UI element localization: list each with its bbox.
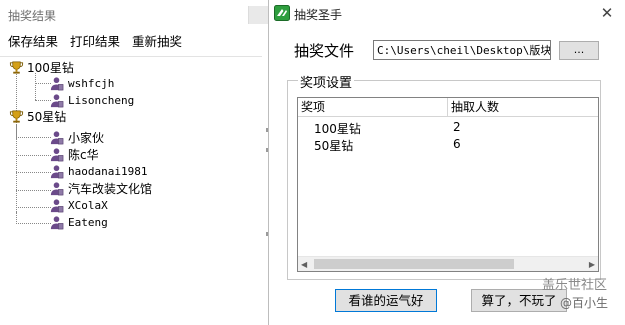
close-button[interactable]: ✕: [595, 2, 619, 24]
tree-group-100[interactable]: 100星钻: [9, 59, 74, 76]
tree-group-label: 50星钻: [27, 110, 67, 124]
tree-item[interactable]: wshfcjh: [49, 75, 114, 92]
group-title: 奖项设置: [298, 72, 355, 91]
column-header-prize[interactable]: 奖项: [298, 98, 448, 117]
tree-group-label: 100星钻: [27, 61, 74, 75]
tree-item-label: Eateng: [68, 216, 108, 229]
tree-connector: [16, 172, 51, 173]
tree-item-label: 汽车改装文化馆: [68, 182, 153, 196]
person-icon: [50, 165, 64, 179]
results-tree[interactable]: 100星钻 wshfcjh Lisoncheng 50星钻 小家伙 陈c华 ha…: [0, 56, 262, 325]
prize-list[interactable]: 奖项 抽取人数 100星钻 2 50星钻 6 ◀ ▶: [297, 97, 599, 272]
trophy-icon: [9, 61, 24, 74]
tree-item[interactable]: Eateng: [49, 214, 108, 231]
horizontal-scrollbar[interactable]: ◀ ▶: [298, 256, 598, 271]
app-icon: [274, 5, 290, 21]
tree-item[interactable]: XColaX: [49, 197, 108, 214]
browse-button[interactable]: ...: [559, 41, 599, 60]
tree-connector: [16, 155, 51, 156]
tree-item[interactable]: haodanai1981: [49, 163, 147, 180]
person-icon: [50, 182, 64, 196]
tree-connector: [16, 207, 51, 208]
tree-item-label: 陈c华: [68, 148, 99, 162]
person-icon: [50, 199, 64, 213]
results-window-title-button[interactable]: [248, 6, 270, 24]
menu-redraw[interactable]: 重新抽奖: [132, 31, 182, 49]
results-window: 抽奖结果 保存结果 打印结果 重新抽奖 100星钻 wshfcjh Lisonc…: [0, 0, 270, 325]
scroll-thumb[interactable]: [314, 259, 514, 269]
results-menu-bar: 保存结果 打印结果 重新抽奖: [0, 31, 186, 49]
tree-group-50[interactable]: 50星钻: [9, 108, 66, 125]
tree-branch-line-2: [16, 125, 17, 212]
tree-branch-line-3: [16, 212, 17, 224]
trophy-icon: [9, 110, 24, 123]
tree-item-label: 小家伙: [68, 131, 105, 145]
tree-item[interactable]: 陈c华: [49, 146, 99, 163]
row-count: 2: [453, 120, 461, 134]
list-header: 奖项 抽取人数: [298, 98, 598, 117]
file-label: 抽奖文件: [294, 42, 355, 60]
person-icon: [50, 131, 64, 145]
person-icon: [50, 77, 64, 91]
tree-item-label: haodanai1981: [68, 165, 148, 178]
column-header-count[interactable]: 抽取人数: [448, 98, 598, 117]
close-icon: ✕: [600, 4, 614, 22]
tree-item-label: XColaX: [68, 199, 108, 212]
scroll-right-icon[interactable]: ▶: [589, 260, 595, 269]
list-row[interactable]: 50星钻 6: [298, 137, 598, 153]
tree-item-label: wshfcjh: [68, 77, 115, 90]
dialog-titlebar[interactable]: 抽奖圣手 ✕: [269, 0, 625, 26]
row-prize: 100星钻: [314, 122, 361, 136]
tree-item-label: Lisoncheng: [68, 94, 135, 107]
tree-branch-line-1: [35, 73, 36, 100]
tree-connector: [16, 223, 51, 224]
watermark-site: 盖乐世社区: [542, 278, 608, 293]
tree-connector: [16, 190, 51, 191]
scroll-left-icon[interactable]: ◀: [301, 260, 307, 269]
menu-save-results[interactable]: 保存结果: [8, 31, 58, 49]
row-prize: 50星钻: [314, 139, 354, 153]
person-icon: [50, 148, 64, 162]
prize-settings-group: 奖项设置 奖项 抽取人数 100星钻 2 50星钻 6 ◀ ▶: [287, 72, 601, 280]
person-icon: [50, 216, 64, 230]
row-count: 6: [453, 137, 461, 151]
file-path-field[interactable]: [373, 40, 551, 60]
tree-connector: [16, 137, 51, 138]
list-row[interactable]: 100星钻 2: [298, 120, 598, 136]
dialog-title: 抽奖圣手: [294, 8, 343, 22]
menu-print-results[interactable]: 打印结果: [70, 31, 120, 49]
person-icon: [50, 94, 64, 108]
tree-item[interactable]: Lisoncheng: [49, 92, 134, 109]
tree-item[interactable]: 小家伙: [49, 129, 104, 146]
results-window-title: 抽奖结果: [8, 9, 57, 23]
tree-item[interactable]: 汽车改装文化馆: [49, 180, 152, 197]
draw-button[interactable]: 看谁的运气好: [335, 289, 437, 312]
watermark-author: @百小生: [560, 296, 609, 310]
